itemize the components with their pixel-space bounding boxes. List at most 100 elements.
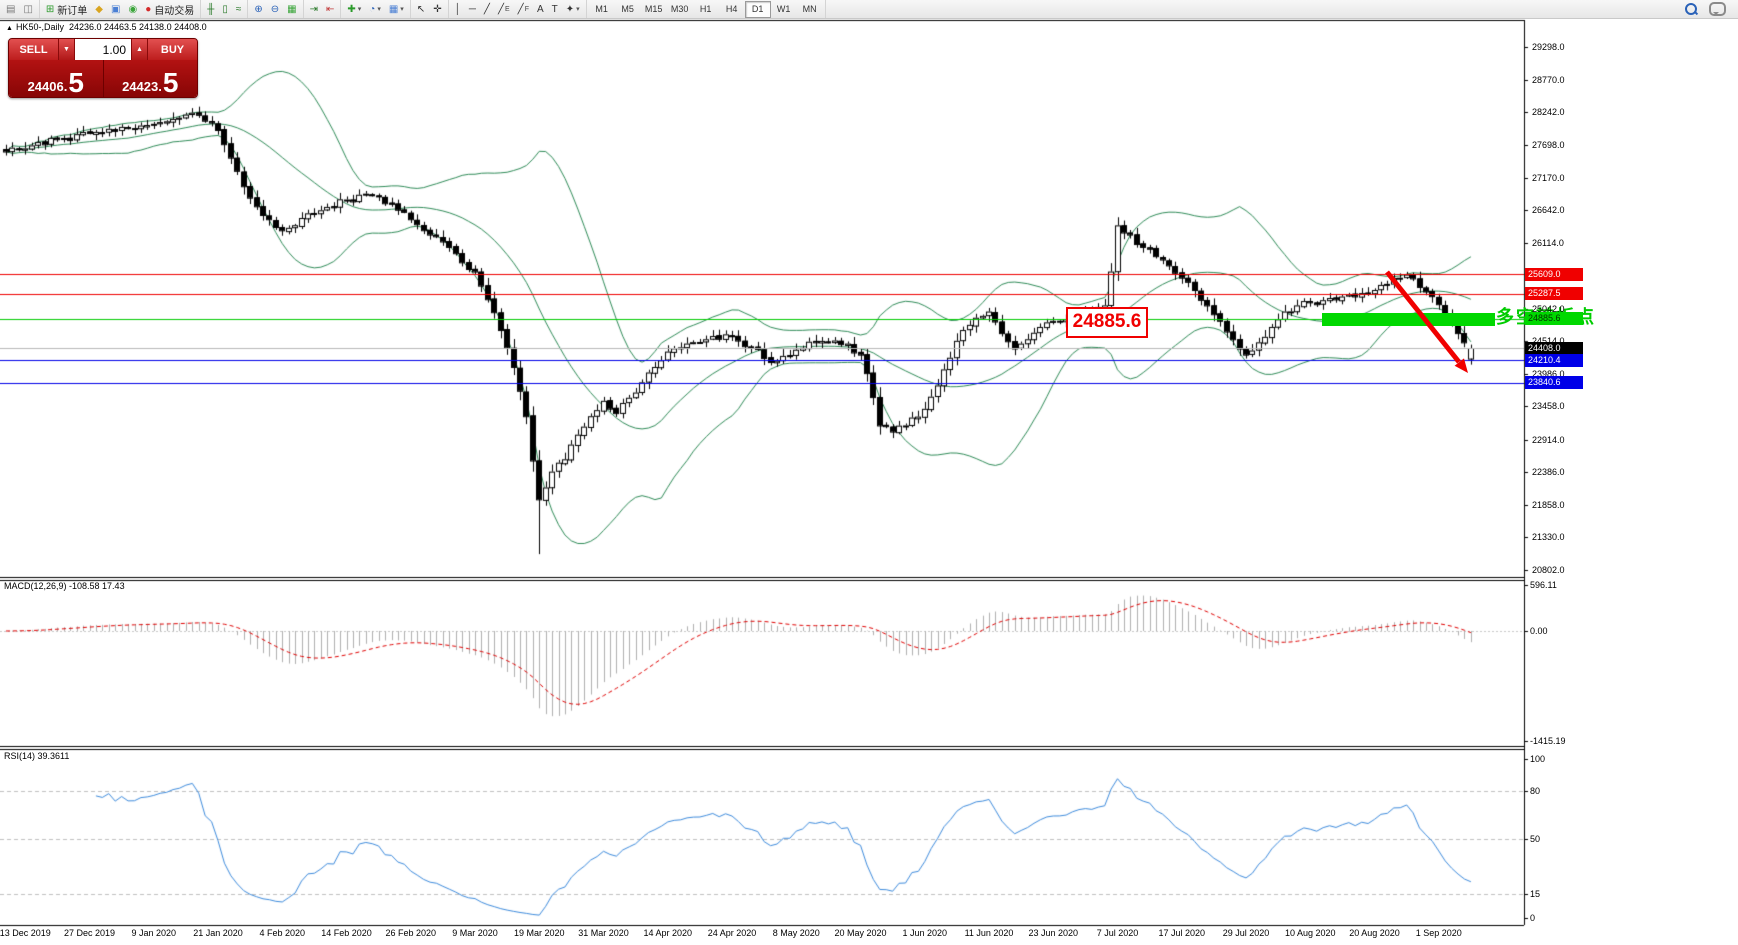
metaeditor-button[interactable]: ◆ — [92, 1, 106, 18]
new-chart-button[interactable]: ▤ — [3, 1, 18, 18]
macd-axis-label: -1415.19 — [1530, 736, 1566, 747]
equidistant-channel-button[interactable]: ╱ E — [495, 1, 513, 18]
date-tick-label: 4 Feb 2020 — [259, 928, 306, 938]
symbol-period-label: HK50-,Daily — [15, 22, 64, 32]
autotrading-label: 自动交易 — [154, 5, 195, 17]
price-tick-label: 27698.0 — [1532, 140, 1565, 151]
text-label-icon: T — [551, 3, 558, 15]
rsi-axis-label: 100 — [1530, 754, 1546, 764]
cursor-button[interactable]: ↖ — [414, 1, 428, 18]
price-tick-label: 22914.0 — [1532, 434, 1565, 445]
chat-icon[interactable] — [1709, 2, 1726, 16]
line-chart-mode-button[interactable]: ≈ — [233, 1, 245, 18]
text-button[interactable]: A — [534, 1, 547, 18]
price-tick-label: 28242.0 — [1532, 107, 1565, 117]
main-toolbar: ▤ ◫ ⊞ 新订单 ◆ ▣ ◉ ● 自动交易 ╫ ▯ ≈ ⊕ ⊖ ▦ ⇥ ⇤ ✚ ▾ ◔ ▾ ▦ ▾ ↖ ✛ │ ─ ╱ ╱ E ╱ F A T ✦… — [0, 0, 1738, 19]
sell-button[interactable]: SELL — [9, 39, 59, 60]
price-chart-canvas[interactable] — [0, 0, 1738, 945]
date-tick-label: 26 Feb 2020 — [385, 928, 437, 938]
macd-axis-label: 596.11 — [1530, 579, 1557, 590]
auto-scroll-icon: ⇥ — [309, 3, 318, 15]
arrows-tool-button[interactable]: ✦ ▾ — [563, 1, 583, 18]
bar-chart-mode-button[interactable]: ╫ — [204, 1, 217, 18]
cursor-icon: ↖ — [416, 3, 426, 15]
trendline-button[interactable]: ╱ — [481, 1, 493, 18]
volume-decrease-button[interactable]: ▼ — [59, 39, 75, 60]
search-icon[interactable] — [1685, 3, 1699, 16]
date-tick-label: 23 Jun 2020 — [1028, 928, 1079, 938]
candle-chart-mode-button[interactable]: ▯ — [219, 1, 231, 18]
periods-icon: ◔ — [369, 3, 376, 15]
buy-price-small: 24423. — [122, 78, 162, 94]
date-tick-label: 31 Mar 2020 — [578, 928, 629, 938]
collapse-triangle-icon[interactable]: ▲ — [6, 25, 13, 32]
price-tick-label: 29298.0 — [1532, 42, 1565, 52]
date-tick-label: 29 Jul 2020 — [1222, 928, 1270, 938]
timeframe-d1[interactable]: D1 — [744, 0, 771, 18]
new-order-icon: ⊞ — [45, 3, 55, 15]
terminal-button[interactable]: ▣ — [108, 1, 123, 18]
price-tag-24210.4: 24210.4 — [1525, 353, 1583, 367]
rsi-axis-label: 80 — [1530, 785, 1541, 796]
volume-input[interactable]: 1.00 — [75, 39, 132, 60]
buy-button[interactable]: BUY — [148, 39, 197, 60]
macd-indicator-label: MACD(12,26,9) -108.58 17.43 — [4, 581, 125, 591]
terminal-icon: ▣ — [111, 3, 121, 15]
sell-price-small: 24406. — [27, 78, 68, 94]
fibonacci-sub-label: F — [524, 5, 529, 13]
price-tag-24408.0: 24408.0 — [1525, 341, 1583, 355]
price-tag-23840.6: 23840.6 — [1525, 376, 1583, 390]
rsi-axis-label: 15 — [1530, 889, 1541, 900]
chart-shift-button[interactable]: ⇤ — [323, 1, 337, 18]
date-tick-label: 20 May 2020 — [834, 928, 887, 938]
periods-dropdown-icon[interactable]: ▾ — [377, 5, 381, 13]
ohlc-values: 24236.0 24463.5 24138.0 24408.0 — [68, 22, 207, 32]
timeframe-m1[interactable]: M1 — [589, 1, 615, 18]
sell-price-display[interactable]: 24406. 5 — [9, 60, 104, 97]
crosshair-button[interactable]: ✛ — [430, 1, 444, 18]
date-tick-label: 1 Sep 2020 — [1415, 928, 1462, 938]
arrows-tool-dropdown-icon[interactable]: ▾ — [576, 5, 580, 13]
indicators-button[interactable]: ✚ ▾ — [344, 1, 364, 18]
fibonacci-icon: ╱ — [517, 3, 524, 15]
tile-windows-icon: ▦ — [287, 3, 297, 15]
timeframe-w1[interactable]: W1 — [771, 1, 797, 18]
auto-scroll-button[interactable]: ⇥ — [307, 1, 321, 18]
timeframe-m15[interactable]: M15 — [641, 1, 667, 18]
price-tick-label: 21330.0 — [1532, 532, 1565, 543]
timeframe-mn[interactable]: MN — [797, 1, 823, 18]
zoom-in-button[interactable]: ⊕ — [251, 1, 265, 18]
periods-button[interactable]: ◔ ▾ — [366, 1, 384, 18]
zoom-out-button[interactable]: ⊖ — [268, 1, 282, 18]
templates-button[interactable]: ▦ ▾ — [386, 1, 407, 18]
data-feed-button[interactable]: ◉ — [125, 1, 140, 18]
text-icon: A — [536, 3, 544, 15]
timeframe-h1[interactable]: H1 — [693, 1, 719, 18]
text-label-button[interactable]: T — [549, 1, 561, 18]
timeframe-h4[interactable]: H4 — [719, 1, 745, 18]
horizontal-line-button[interactable]: ─ — [466, 1, 479, 18]
price-annotation-box[interactable]: 24885.6 — [1066, 307, 1148, 338]
new-order-button[interactable]: ⊞ 新订单 — [43, 1, 90, 18]
buy-price-display[interactable]: 24423. 5 — [104, 60, 198, 97]
vertical-line-button[interactable]: │ — [452, 1, 464, 18]
price-tick-label: 20802.0 — [1532, 564, 1565, 575]
price-tag-24885.6: 24885.6 — [1525, 312, 1583, 326]
down-trend-arrow-annotation[interactable] — [1380, 266, 1476, 380]
fibonacci-button[interactable]: ╱ F — [515, 1, 532, 18]
timeframe-m5[interactable]: M5 — [615, 1, 641, 18]
profiles-button[interactable]: ◫ — [20, 1, 35, 18]
templates-dropdown-icon[interactable]: ▾ — [400, 5, 404, 13]
date-tick-label: 7 Jul 2020 — [1096, 928, 1139, 938]
profiles-icon: ◫ — [23, 3, 33, 15]
date-tick-label: 1 Jun 2020 — [902, 928, 948, 938]
tile-windows-button[interactable]: ▦ — [284, 1, 299, 18]
volume-increase-button[interactable]: ▲ — [132, 39, 148, 60]
equidistant-channel-icon: ╱ — [497, 3, 504, 15]
crosshair-icon: ✛ — [433, 3, 442, 15]
date-tick-label: 20 Aug 2020 — [1349, 928, 1400, 938]
autotrading-button[interactable]: ● 自动交易 — [142, 1, 197, 18]
timeframe-m30[interactable]: M30 — [667, 1, 693, 18]
indicators-dropdown-icon[interactable]: ▾ — [358, 5, 362, 13]
data-feed-icon: ◉ — [128, 3, 138, 15]
